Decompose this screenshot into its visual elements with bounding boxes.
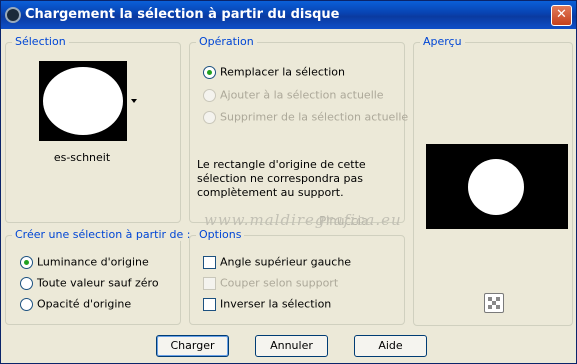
selection-thumbnail[interactable] <box>39 61 127 141</box>
radio-original-luminance[interactable]: Luminance d'origine <box>20 255 149 269</box>
selection-legend: Sélection <box>12 35 69 48</box>
create-selection-legend: Créer une sélection à partir de : <box>12 228 194 241</box>
chevron-down-icon[interactable] <box>131 99 137 103</box>
thumbnail-ellipse-shape <box>43 67 123 135</box>
radio-add-selection: Ajouter à la sélection actuelle <box>203 88 384 102</box>
load-button[interactable]: Charger <box>156 335 229 357</box>
cancel-button[interactable]: Annuler <box>255 335 328 357</box>
checkbox[interactable] <box>203 297 216 311</box>
checkbox-label: Angle supérieur gauche <box>220 255 352 269</box>
radio-label: Toute valeur sauf zéro <box>37 276 159 290</box>
window-title: Chargement la sélection à partir du disq… <box>25 7 340 22</box>
radio-button[interactable] <box>20 255 33 269</box>
options-legend: Options <box>196 228 245 241</box>
operation-legend: Opération <box>196 35 257 48</box>
radio-button[interactable] <box>20 276 33 290</box>
checkbox-crop-to-canvas: Couper selon support <box>203 276 338 290</box>
radio-label: Supprimer de la sélection actuelle <box>220 110 409 124</box>
operation-note: Le rectangle d'origine de cette sélectio… <box>197 158 366 199</box>
preview-ellipse-shape <box>468 159 524 215</box>
app-icon <box>5 7 21 23</box>
preview-legend: Aperçu <box>420 35 465 48</box>
checkbox-invert-selection[interactable]: Inverser la sélection <box>203 297 331 311</box>
help-button[interactable]: Aide <box>354 335 427 357</box>
checkbox-label: Inverser la sélection <box>220 297 332 311</box>
watermark-url: www.maldiregrafica.eu <box>204 211 402 229</box>
radio-subtract-selection: Supprimer de la sélection actuelle <box>203 110 408 124</box>
radio-original-opacity[interactable]: Opacité d'origine <box>20 297 131 311</box>
title-bar[interactable]: Chargement la sélection à partir du disq… <box>1 1 576 29</box>
radio-button[interactable] <box>203 65 216 79</box>
checkbox[interactable] <box>203 255 216 269</box>
dialog-window: Chargement la sélection à partir du disq… <box>0 0 577 364</box>
radio-button[interactable] <box>20 297 33 311</box>
close-button[interactable]: ✕ <box>551 5 572 26</box>
radio-button <box>203 88 216 102</box>
radio-any-nonzero[interactable]: Toute valeur sauf zéro <box>20 276 159 290</box>
radio-label: Remplacer la sélection <box>220 65 345 79</box>
checkbox-label: Couper selon support <box>220 276 339 290</box>
checkbox <box>203 276 216 290</box>
radio-button <box>203 110 216 124</box>
transparency-checker-icon[interactable] <box>484 293 504 313</box>
close-icon: ✕ <box>556 7 567 22</box>
thumbnail-name: es-schneit <box>53 151 111 164</box>
radio-label: Ajouter à la sélection actuelle <box>220 88 384 102</box>
radio-label: Luminance d'origine <box>37 255 149 269</box>
radio-replace-selection[interactable]: Remplacer la sélection <box>203 65 345 79</box>
checkbox-top-left-corner[interactable]: Angle supérieur gauche <box>203 255 351 269</box>
preview-image <box>426 144 568 229</box>
radio-label: Opacité d'origine <box>37 297 132 311</box>
